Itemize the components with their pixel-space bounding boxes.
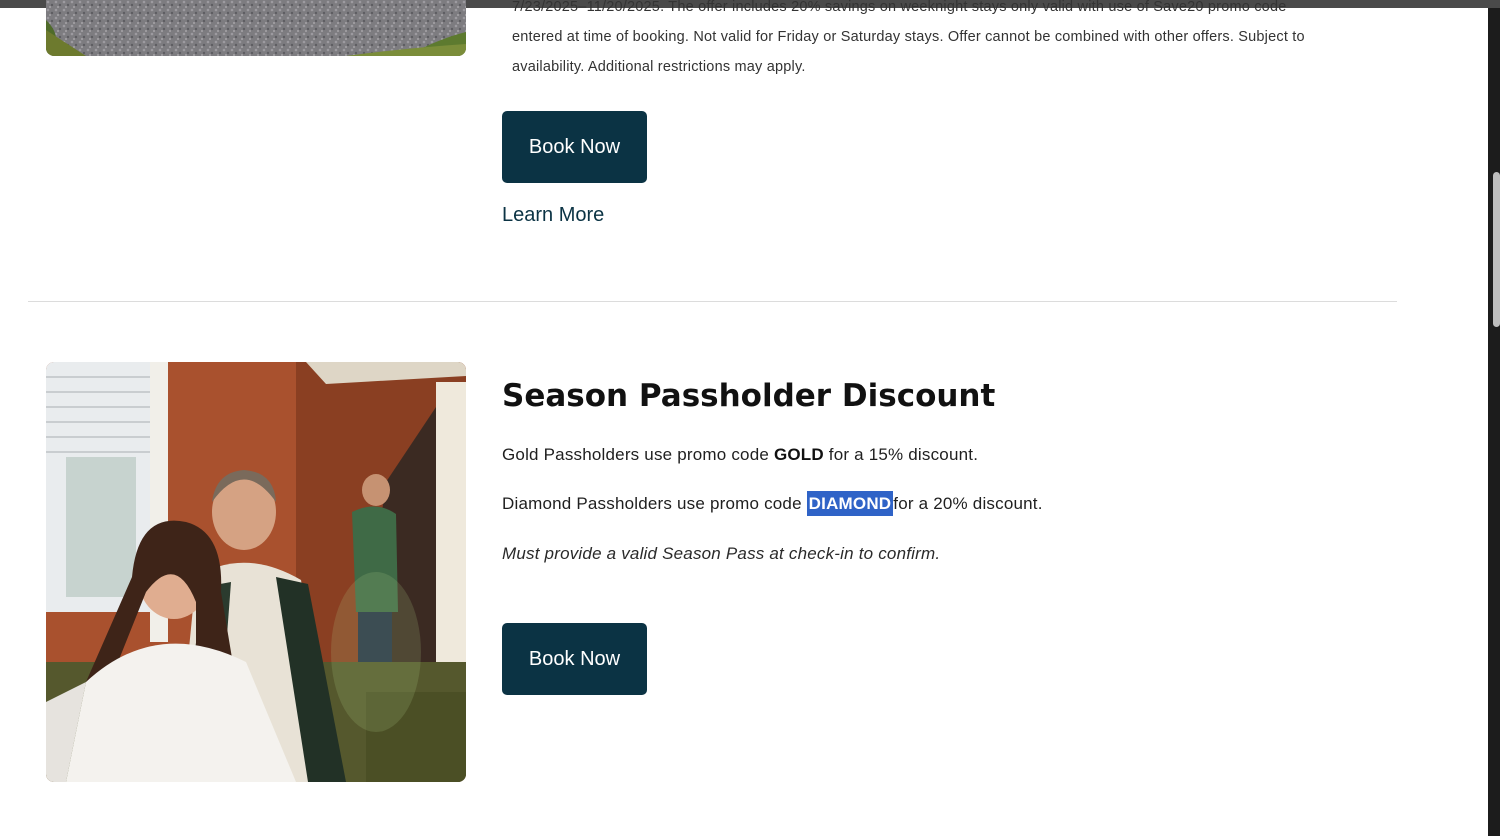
offer-image-gravel	[46, 0, 466, 56]
window-edge	[1488, 8, 1500, 836]
offer-terms-line: entered at time of booking. Not valid fo…	[512, 29, 1305, 45]
diamond-promo-suffix: for a 20% discount.	[893, 494, 1043, 513]
gold-promo-suffix: for a 15% discount.	[823, 445, 979, 464]
book-now-button[interactable]: Book Now	[502, 623, 647, 695]
learn-more-link[interactable]: Learn More	[502, 204, 604, 227]
book-now-button[interactable]: Book Now	[502, 111, 647, 183]
offer-title: Season Passholder Discount	[502, 378, 996, 414]
gold-promo-code: GOLD	[773, 445, 824, 464]
diamond-promo-text: Diamond Passholders use promo code DIAMO…	[502, 491, 1043, 516]
gold-promo-prefix: Gold Passholders use promo code	[502, 445, 774, 464]
page-content: 7/23/2025–11/20/2025. The offer includes…	[0, 0, 1488, 836]
offer-terms-text: 7/23/2025–11/20/2025. The offer includes…	[512, 0, 1372, 82]
offer-image-family	[46, 362, 466, 782]
diamond-promo-code-selected[interactable]: DIAMOND	[806, 491, 894, 516]
season-pass-note: Must provide a valid Season Pass at chec…	[502, 544, 941, 563]
section-divider	[28, 301, 1397, 302]
offer-terms-line: availability. Additional restrictions ma…	[512, 59, 806, 75]
diamond-promo-prefix: Diamond Passholders use promo code	[502, 494, 807, 513]
offer-terms-line: 7/23/2025–11/20/2025. The offer includes…	[512, 0, 1287, 15]
gold-promo-text: Gold Passholders use promo code GOLD for…	[502, 445, 978, 465]
scrollbar-thumb[interactable]	[1493, 172, 1500, 327]
